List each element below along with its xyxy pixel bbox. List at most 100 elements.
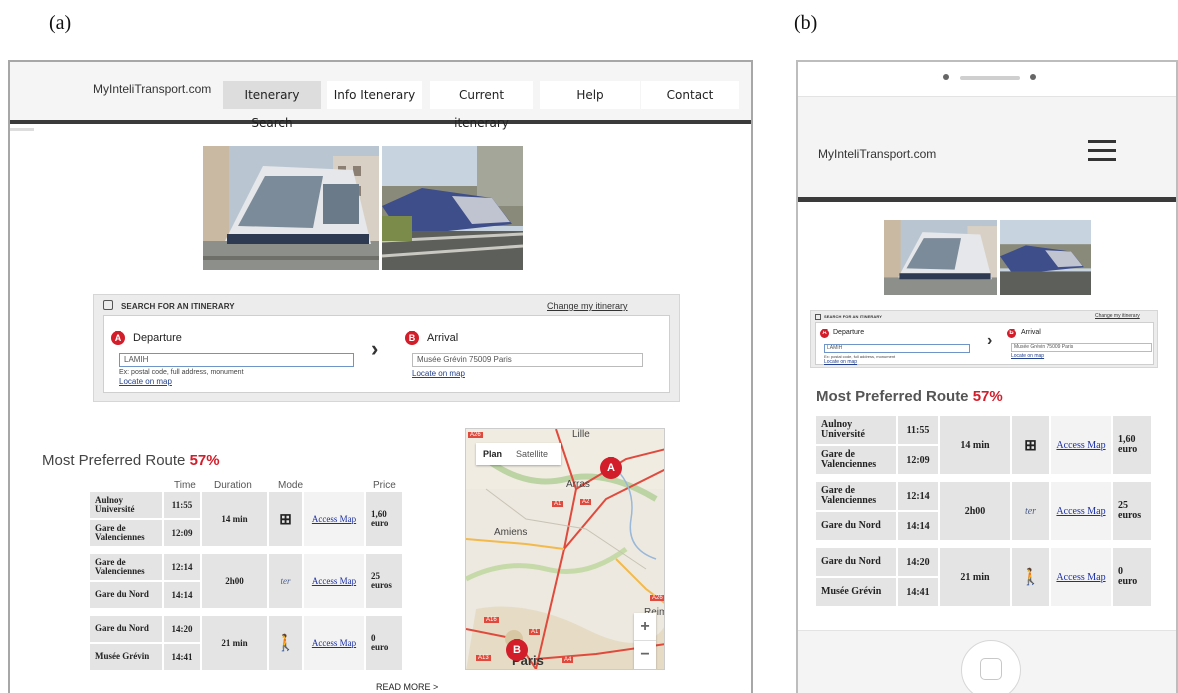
access-map-cell: Access Map [304,492,364,546]
phone-search-title: SEARCH FOR AN ITINERARY [824,314,883,319]
phone-arrival-pin-icon: B [1007,329,1016,338]
phone-metro-icon: ⊞ [1012,416,1049,474]
time-from: 12:14 [164,554,200,580]
walk-icon: 🚶 [269,616,302,670]
chevron-right-icon: › [371,336,379,361]
phone-stop-to: Musée Grévin [816,578,896,606]
nav-itenerary-search[interactable]: Itenerary Search [223,81,321,130]
zoom-in-button[interactable]: + [634,613,656,641]
phone-price-unit: euros [1118,510,1142,521]
phone-arrival-locate-link[interactable]: Locate on map [1011,353,1044,359]
price: 25 euros [366,554,402,608]
phone-tram-photo-1 [884,220,997,295]
time-to: 14:14 [164,582,200,608]
stop-to: Gare du Nord [90,582,162,608]
phone-duration: 14 min [940,416,1010,474]
map-type-switch: Plan Satellite [476,443,561,465]
phone-route-percent: 57% [972,388,1003,405]
phone-stop-to: Gare du Nord [816,512,896,540]
phone-access-map-link[interactable]: Access Map [1056,506,1105,517]
map-city-amiens: Amiens [494,527,528,538]
route-map[interactable]: Lille Arras Amiens Reim Paris A26 A1 A2 … [465,428,665,670]
phone-duration: 2h00 [940,482,1010,540]
price-unit: euro [371,518,389,528]
phone-stop-from: Aulnoy Université [816,416,896,444]
map-road-a26-north: A26 [468,432,483,438]
map-tab-satellite[interactable]: Satellite [516,443,548,465]
search-panel: SEARCH FOR AN ITINERARY Change my itiner… [93,294,680,402]
map-road-a26-east: A26 [650,595,664,601]
phone-departure-input[interactable]: LAMIH [824,344,970,353]
phone-access-map-link[interactable]: Access Map [1056,440,1105,451]
phone-stop-from: Gare de Valenciennes [816,482,896,510]
phone-search-panel: SEARCH FOR AN ITINERARY Change my itiner… [810,310,1158,368]
map-marker-a-icon[interactable]: A [600,457,622,479]
stop-from: Aulnoy Université [90,492,162,518]
access-map-link[interactable]: Access Map [312,514,356,524]
departure-input[interactable]: LAMIH [119,353,354,367]
read-more-link[interactable]: READ MORE > [376,682,438,692]
metro-icon: ⊞ [269,492,302,546]
phone-time-to: 14:41 [898,578,938,606]
tram-photo-2 [382,146,523,270]
price: 0 euro [366,616,402,670]
map-tab-plan[interactable]: Plan [483,443,502,465]
phone-time-to: 12:09 [898,446,938,474]
arrival-pin-icon: B [405,331,419,345]
route-percent: 57% [189,452,220,469]
access-map-link[interactable]: Access Map [312,638,356,648]
price: 1,60 euro [366,492,402,546]
phone-time-from: 11:55 [898,416,938,444]
price-unit: euro [371,642,389,652]
nav-info-itenerary[interactable]: Info Itenerary [327,81,422,109]
stop-from: Gare du Nord [90,616,162,642]
phone-price: 25 euros [1113,482,1151,540]
phone-departure-label: Departure [833,329,865,336]
phone-price: 0 euro [1113,548,1151,606]
nav-current-itenerary[interactable]: Current itenerary [430,81,533,130]
departure-locate-link[interactable]: Locate on map [119,377,172,386]
phone-price: 1,60 euro [1113,416,1151,474]
phone-time-from: 12:14 [898,482,938,510]
map-marker-b-icon[interactable]: B [506,639,528,661]
site-brand[interactable]: MyInteliTransport.com [93,82,211,96]
access-map-link[interactable]: Access Map [312,576,356,586]
arrival-input[interactable]: Musée Grévin 75009 Paris [412,353,643,367]
phone-stop-to: Gare de Valenciennes [816,446,896,474]
hamburger-menu-icon[interactable] [1088,140,1116,167]
zoom-out-button[interactable]: − [634,641,656,669]
phone-brand[interactable]: MyInteliTransport.com [818,147,936,161]
map-road-a1-paris: A1 [529,629,541,635]
tram-photo-1 [203,146,379,270]
change-itinerary-link[interactable]: Change my itinerary [547,301,628,311]
phone-stop-from: Gare du Nord [816,548,896,576]
desktop-header: MyInteliTransport.com Itenerary Search I… [10,62,751,130]
phone-access-map-link[interactable]: Access Map [1056,572,1105,583]
phone-arrival-input[interactable]: Musée Grévin 75009 Paris [1011,343,1152,352]
figure: (a) (b) MyInteliTransport.com Itenerary … [0,0,1178,693]
phone-home-square-icon [980,658,1002,680]
phone-sensor-dot [1030,74,1036,80]
phone-route-row: Aulnoy Université 11:55 14 min ⊞ Access Map 1… [816,416,1151,474]
arrival-locate-link[interactable]: Locate on map [412,369,465,378]
duration: 21 min [202,616,267,670]
figure-label-a: (a) [49,12,72,34]
figure-label-b: (b) [794,12,818,34]
phone-departure-locate-link[interactable]: Locate on map [824,359,857,365]
phone-departure-pin-icon: A [820,329,829,338]
phone-change-itinerary-link[interactable]: Change my itinerary [1095,313,1140,319]
search-title: SEARCH FOR AN ITINERARY [121,302,235,311]
nav-contact[interactable]: Contact [641,81,739,109]
duration: 2h00 [202,554,267,608]
phone-bus-icon [815,314,821,320]
nav-help[interactable]: Help [540,81,640,109]
time-to: 14:41 [164,644,200,670]
route-row: Aulnoy Université 11:55 14 min ⊞ Access Map 1… [90,492,402,546]
phone-walk-icon: 🚶 [1012,548,1049,606]
map-road-a13: A13 [476,655,491,661]
ter-train-icon: ter [269,554,302,608]
bus-icon [103,300,113,310]
time-from: 14:20 [164,616,200,642]
phone-access-map-cell: Access Map [1051,548,1111,606]
phone-camera-dot [943,74,949,80]
